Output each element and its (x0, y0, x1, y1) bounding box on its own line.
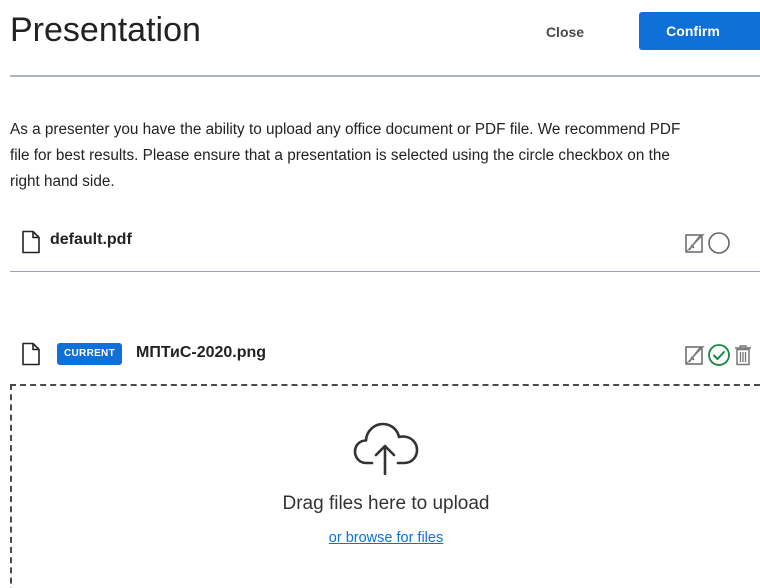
description-line: file for best results. Please ensure tha… (10, 147, 670, 164)
trash-icon[interactable] (732, 343, 754, 367)
browse-files-link[interactable]: or browse for files (0, 530, 760, 546)
file-row-default-pdf: default.pdf (10, 218, 760, 272)
modal-title: Presentation (10, 11, 201, 49)
upload-description: As a presenter you have the ability to u… (10, 117, 760, 195)
close-button[interactable]: Close (528, 14, 602, 50)
document-icon (22, 342, 40, 366)
cloud-upload-icon (353, 422, 419, 475)
annotation-toggle-icon[interactable] (683, 343, 707, 367)
header-divider (10, 75, 760, 77)
current-badge: CURRENT (57, 343, 122, 365)
description-line: right hand side. (10, 173, 115, 190)
file-name: МПТиС-2020.png (136, 344, 267, 361)
annotation-toggle-icon[interactable] (683, 231, 707, 255)
presentation-file-list: default.pdf CURRENT МПТиС-2020.png (10, 218, 760, 366)
select-circle-icon[interactable] (707, 231, 731, 255)
document-icon (22, 230, 40, 254)
drag-files-text: Drag files here to upload (282, 493, 490, 514)
presentation-modal: Presentation Close Confirm As a presente… (0, 0, 760, 588)
modal-header: Presentation Close Confirm (0, 0, 760, 76)
selected-check-icon[interactable] (707, 343, 731, 367)
confirm-button[interactable]: Confirm (639, 12, 760, 50)
file-name: default.pdf (50, 231, 132, 248)
description-line: As a presenter you have the ability to u… (10, 121, 681, 138)
file-row-current: CURRENT МПТиС-2020.png (10, 271, 760, 366)
file-drop-zone[interactable] (10, 384, 760, 588)
